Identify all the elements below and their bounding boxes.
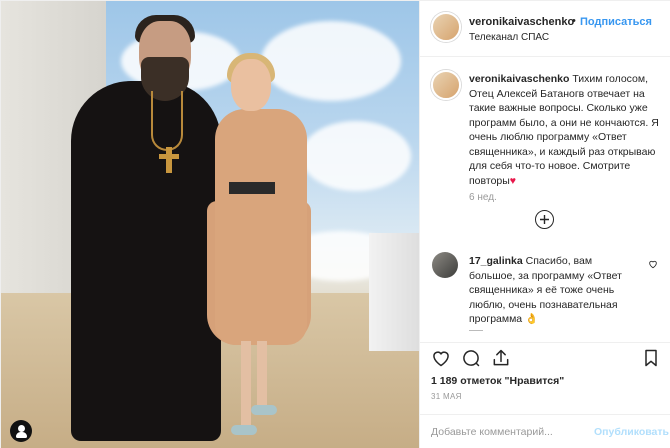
publish-button[interactable]: Опубликовать <box>594 426 669 438</box>
post-caption: veronikaivaschenko Тихим голосом, Отец А… <box>469 72 665 188</box>
woman-belt <box>229 182 275 194</box>
woman-leg <box>257 341 267 411</box>
comment-like-icon[interactable] <box>648 259 658 272</box>
woman-figure <box>215 109 307 345</box>
post-date[interactable]: 31 мая <box>431 392 462 401</box>
comment-item: 17_galinka Спасибо, вам большое, за прог… <box>469 254 641 327</box>
caption-timestamp[interactable]: 6 нед. <box>469 192 497 203</box>
action-bar <box>420 342 670 372</box>
cross-chain <box>151 91 183 151</box>
comments-section[interactable]: veronikaivaschenko Тихим голосом, Отец А… <box>420 58 670 341</box>
author-username[interactable]: veronikaivaschenko <box>469 16 574 28</box>
share-icon[interactable] <box>491 348 511 368</box>
cross-icon <box>166 147 172 173</box>
like-heart-icon[interactable] <box>431 348 451 368</box>
comment-username[interactable]: 17_galinka <box>469 255 523 267</box>
woman-face <box>231 59 271 111</box>
shoe <box>231 425 257 435</box>
instagram-post: veronikaivaschenko • Подписаться Телекан… <box>0 0 670 448</box>
post-header: veronikaivaschenko • Подписаться Телекан… <box>420 1 670 57</box>
post-location[interactable]: Телеканал СПАС <box>469 32 549 43</box>
post-side-panel: veronikaivaschenko • Подписаться Телекан… <box>419 1 670 448</box>
post-photo[interactable] <box>1 1 419 448</box>
plus-circle-icon[interactable] <box>535 210 554 229</box>
more-comments-indicator <box>469 330 483 333</box>
cross-icon-bar <box>159 154 179 159</box>
comment-input[interactable] <box>431 424 581 440</box>
add-comment-bar: Опубликовать <box>420 414 670 448</box>
woman-leg <box>241 341 251 431</box>
studio-plinth <box>369 233 419 351</box>
caption-text: Тихим голосом, Отец Алексей Батаногв отв… <box>469 73 659 187</box>
caption-avatar[interactable] <box>431 70 461 100</box>
heart-emoji: ♥ <box>509 174 517 187</box>
cloud <box>261 21 401 101</box>
priest-figure <box>71 81 221 441</box>
cloud <box>301 121 411 191</box>
comment-bubble-icon[interactable] <box>461 348 481 368</box>
shoe <box>251 405 277 415</box>
tagged-users-icon[interactable] <box>10 420 32 442</box>
likes-count[interactable]: 1 189 отметок "Нравится" <box>431 375 564 387</box>
author-avatar[interactable] <box>431 12 461 42</box>
follow-button[interactable]: Подписаться <box>580 16 652 28</box>
header-separator: • <box>572 15 576 27</box>
ok-hand-emoji: 👌 <box>525 313 539 325</box>
caption-username[interactable]: veronikaivaschenko <box>469 73 569 85</box>
bookmark-icon[interactable] <box>641 348 661 368</box>
commenter-avatar[interactable] <box>432 252 458 278</box>
